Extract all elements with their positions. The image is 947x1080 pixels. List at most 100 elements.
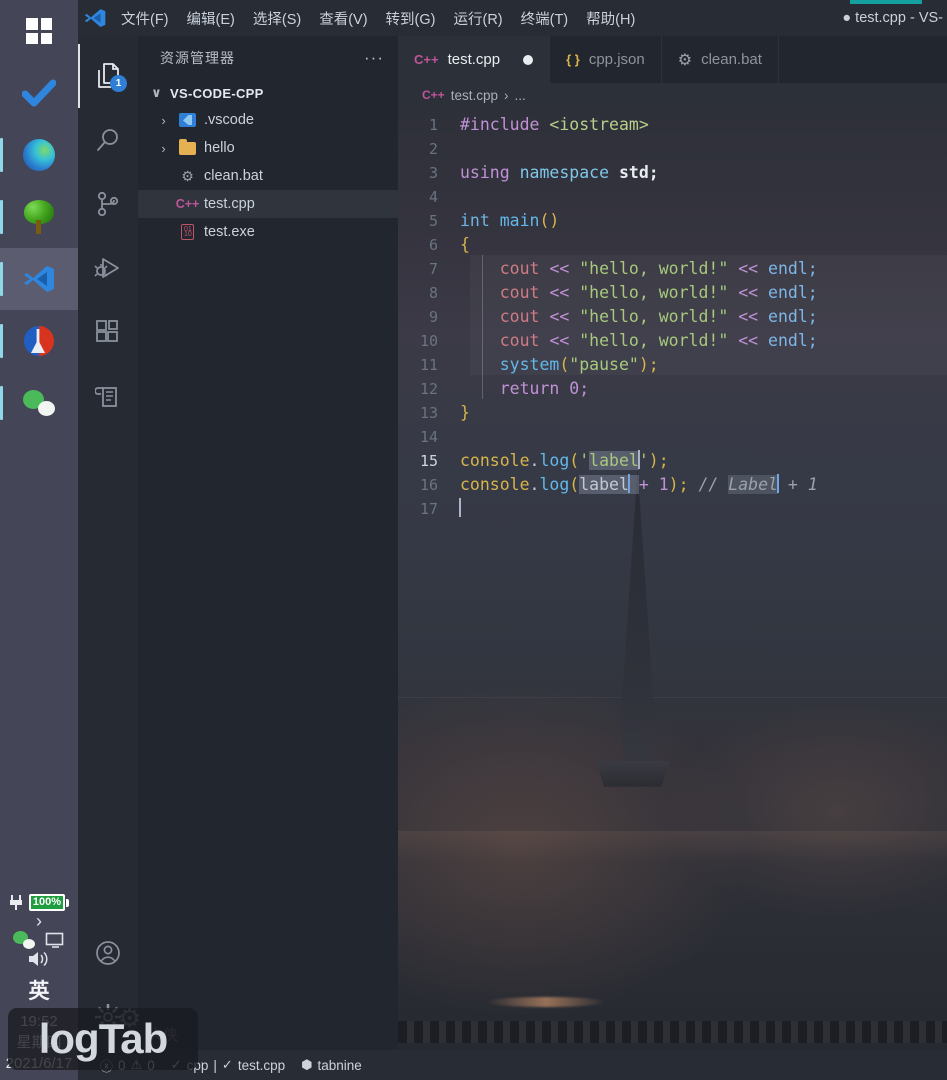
text-cursor <box>459 498 461 517</box>
screen: 100% › 英 文件(F) 编辑(E) 选择(S) 查看(V) 转到(G) 运… <box>0 0 947 1080</box>
code-line: 7 cout << "hello, world!" << endl; <box>398 257 947 281</box>
line-number: 1 <box>428 116 438 134</box>
token-lparen: ( <box>569 451 580 470</box>
token-std: std; <box>618 163 659 182</box>
taskbar-start-button[interactable] <box>0 0 78 62</box>
status-tabnine[interactable]: ⬢ tabnine <box>301 1057 362 1073</box>
cpp-file-icon: C++ <box>175 197 200 211</box>
token-string: "hello, world!" <box>579 283 729 302</box>
tab-test-cpp[interactable]: C++ test.cpp <box>398 36 550 83</box>
activity-todo-tree[interactable] <box>78 364 138 428</box>
code-line: 3 using namespace std; <box>398 161 947 185</box>
code-line: 17 <box>398 497 947 521</box>
menu-view[interactable]: 查看(V) <box>310 4 376 33</box>
activity-explorer[interactable]: 1 <box>78 44 138 108</box>
vscode-folder-icon <box>178 111 197 129</box>
code-editor[interactable]: 1 #include <iostream> 2 3 using namespace … <box>398 107 947 1059</box>
menu-go[interactable]: 转到(G) <box>377 4 445 33</box>
breadcrumb: C++ test.cpp › ... <box>398 83 947 107</box>
menu-help[interactable]: 帮助(H) <box>577 4 644 33</box>
tab-label: cpp.json <box>588 51 645 68</box>
edge-icon <box>23 139 55 171</box>
file-tree-item-clean-bat[interactable]: ⚙ clean.bat <box>138 162 398 190</box>
vscode-logo-icon <box>78 7 112 29</box>
editor-tabs: C++ test.cpp { } cpp.json ⚙ clean.bat <box>398 36 947 83</box>
taskbar-todo-app[interactable] <box>0 62 78 124</box>
running-indicator <box>0 386 3 420</box>
gear-file-icon: ⚙ <box>181 167 194 184</box>
line-number: 11 <box>419 356 438 374</box>
token-lparen: ( <box>569 475 580 494</box>
status-divider: | <box>213 1057 217 1073</box>
display-icon[interactable] <box>45 931 65 949</box>
tab-clean-bat[interactable]: ⚙ clean.bat <box>662 36 778 83</box>
tray-expand-button[interactable]: › <box>0 911 78 931</box>
token-comment-label-selected: Label <box>728 475 778 494</box>
gear-file-icon: ⚙ <box>677 51 693 69</box>
code-line: 8 cout << "hello, world!" << endl; <box>398 281 947 305</box>
file-label: test.exe <box>204 224 255 240</box>
line-number: 9 <box>428 308 438 326</box>
unsaved-dot-icon[interactable] <box>523 54 534 65</box>
line-number: 15 <box>419 452 438 470</box>
editor-group: C++ test.cpp { } cpp.json ⚙ clean.bat C+… <box>398 36 947 1059</box>
token-zero: 0; <box>569 379 590 398</box>
code-line: 5 int main() <box>398 209 947 233</box>
chevron-right-icon: › <box>36 911 42 931</box>
taskbar-edge-browser[interactable] <box>0 124 78 186</box>
taskbar-wechat-app[interactable] <box>0 372 78 434</box>
plug-icon <box>9 895 22 910</box>
file-label: hello <box>204 140 235 156</box>
line-number: 12 <box>419 380 438 398</box>
taskbar-tree-app[interactable] <box>0 186 78 248</box>
menu-run[interactable]: 运行(R) <box>444 4 511 33</box>
cpp-file-icon: C++ <box>422 88 445 102</box>
token-endl: endl; <box>768 259 818 278</box>
chevron-down-icon: ∨ <box>151 85 162 100</box>
tray-volume-button[interactable] <box>0 949 78 969</box>
explorer-more-actions-button[interactable]: ··· <box>364 49 384 66</box>
line-number: 10 <box>419 332 438 350</box>
menu-file[interactable]: 文件(F) <box>112 4 178 33</box>
code-content[interactable]: 1 #include <iostream> 2 3 using namespace … <box>398 107 947 521</box>
activity-accounts[interactable] <box>78 921 138 985</box>
explorer-root-folder[interactable]: ∨ VS-CODE-CPP <box>138 80 398 106</box>
running-indicator <box>0 324 3 358</box>
activity-run-and-debug[interactable] <box>78 236 138 300</box>
tab-label: test.cpp <box>447 51 501 68</box>
token-header: <iostream> <box>549 115 649 134</box>
workbench: 1 资源管理器 ··· ∨ VS-CODE-CPP › .vscode › he… <box>78 36 947 1059</box>
activity-extensions[interactable] <box>78 300 138 364</box>
title-bar: 文件(F) 编辑(E) 选择(S) 查看(V) 转到(G) 运行(R) 终端(T… <box>78 0 947 36</box>
breadcrumb-rest[interactable]: ... <box>514 88 525 103</box>
tab-cpp-json[interactable]: { } cpp.json <box>550 36 661 83</box>
code-line: 2 <box>398 137 947 161</box>
menu-selection[interactable]: 选择(S) <box>244 4 310 33</box>
taskbar-vscode-app[interactable] <box>0 248 78 310</box>
ime-indicator[interactable]: 英 <box>29 969 50 1011</box>
tabnine-icon: ⬢ <box>301 1057 313 1072</box>
checkmark-icon <box>22 79 56 107</box>
taskbar-tool-app[interactable] <box>0 310 78 372</box>
line-number: 3 <box>428 164 438 182</box>
breadcrumb-file[interactable]: test.cpp <box>451 88 498 103</box>
file-tree-item-vscode[interactable]: › .vscode <box>138 106 398 134</box>
file-label: clean.bat <box>204 168 263 184</box>
file-tree-item-test-exe[interactable]: 01 10 test.exe <box>138 218 398 246</box>
tray-battery[interactable]: 100% <box>0 894 78 911</box>
run-debug-icon <box>94 258 119 278</box>
menu-edit[interactable]: 编辑(E) <box>178 4 244 33</box>
token-parens: () <box>539 211 560 230</box>
volume-icon <box>29 951 48 967</box>
code-line: 12 return 0; <box>398 377 947 401</box>
token-shift: << <box>549 283 570 302</box>
file-tree-item-test-cpp[interactable]: C++ test.cpp <box>138 190 398 218</box>
activity-source-control[interactable] <box>78 172 138 236</box>
menu-terminal[interactable]: 终端(T) <box>512 4 578 33</box>
code-line: 10 cout << "hello, world!" << endl; <box>398 329 947 353</box>
line-number: 8 <box>428 284 438 302</box>
wechat-tray-icon[interactable] <box>13 931 35 949</box>
file-tree-item-hello[interactable]: › hello <box>138 134 398 162</box>
activity-search[interactable] <box>78 108 138 172</box>
line-number: 13 <box>419 404 438 422</box>
